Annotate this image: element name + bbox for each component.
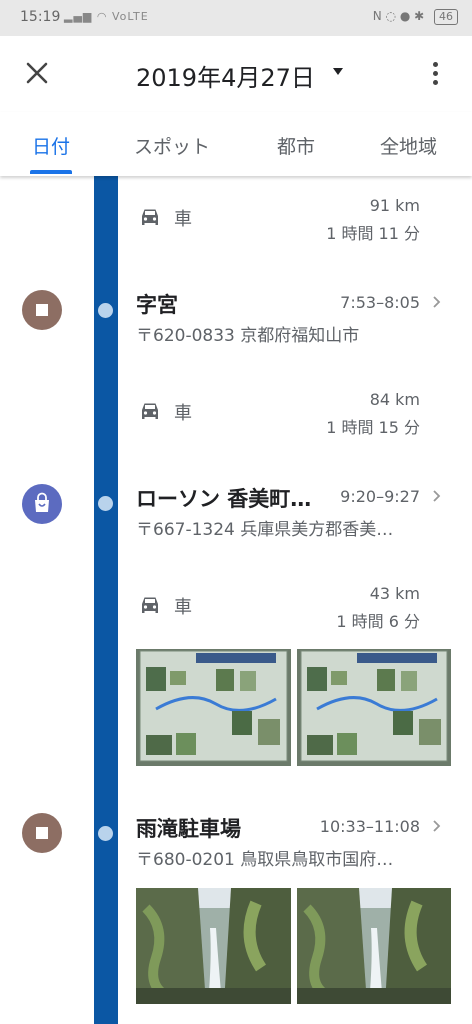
travel-segment[interactable]: 車 91 km 1 時間 11 分 bbox=[136, 196, 426, 246]
close-icon[interactable] bbox=[22, 58, 52, 88]
battery-icon: 46 bbox=[434, 9, 458, 25]
place-name: 字宮 bbox=[136, 293, 178, 317]
travel-duration: 1 時間 15 分 bbox=[326, 418, 420, 437]
car-icon bbox=[142, 209, 158, 225]
shopping-bag-icon bbox=[22, 484, 62, 524]
travel-mode-label: 車 bbox=[174, 209, 192, 230]
chevron-right-icon bbox=[433, 820, 441, 832]
travel-duration: 1 時間 6 分 bbox=[336, 612, 420, 631]
car-icon bbox=[142, 597, 158, 613]
timeline-dot bbox=[98, 826, 113, 841]
tab-spots[interactable]: スポット bbox=[134, 132, 210, 159]
status-icons: N ◌ ● ✱ bbox=[372, 9, 425, 23]
tab-cities[interactable]: 都市 bbox=[277, 132, 315, 159]
visit-time: 7:53–8:05 bbox=[340, 293, 420, 312]
status-bar: 15:19 ▂▄▆ ◠ VoLTE N ◌ ● ✱ 46 bbox=[0, 0, 472, 36]
visit-time: 9:20–9:27 bbox=[340, 487, 420, 506]
active-tab-indicator bbox=[30, 170, 72, 174]
car-icon bbox=[142, 403, 158, 419]
timeline-dot bbox=[98, 303, 113, 318]
chevron-down-icon[interactable] bbox=[333, 68, 343, 75]
tab-date[interactable]: 日付 bbox=[32, 132, 70, 159]
photo-thumbnail[interactable] bbox=[297, 888, 451, 1004]
tab-all-regions[interactable]: 全地域 bbox=[380, 132, 437, 159]
place-pin-icon bbox=[22, 290, 62, 330]
more-vert-icon[interactable] bbox=[428, 62, 442, 88]
travel-distance: 84 km bbox=[369, 390, 420, 409]
place-address: 〒667-1324 兵庫県美方郡香美… bbox=[136, 520, 394, 540]
travel-segment[interactable]: 車 84 km 1 時間 15 分 bbox=[136, 390, 426, 440]
volte-label: VoLTE bbox=[111, 10, 149, 23]
visit-time: 10:33–11:08 bbox=[319, 817, 420, 836]
date-title[interactable]: 2019年4月27日 bbox=[136, 58, 315, 93]
place-address: 〒680-0201 鳥取県鳥取市国府… bbox=[136, 850, 394, 870]
status-right-icons: N ◌ ● ✱ 46 bbox=[373, 9, 458, 25]
place-pin-icon bbox=[22, 813, 62, 853]
travel-distance: 91 km bbox=[369, 196, 420, 215]
travel-duration: 1 時間 11 分 bbox=[326, 224, 420, 243]
chevron-right-icon bbox=[433, 296, 441, 308]
place-name: 雨滝駐車場 bbox=[136, 817, 241, 841]
timeline-dot bbox=[98, 496, 113, 511]
place-name: ローソン 香美町… bbox=[136, 487, 312, 511]
timeline[interactable]: 車 91 km 1 時間 11 分 字宮 7:53–8:05 〒620-0833… bbox=[0, 176, 472, 1024]
photo-thumbnail[interactable] bbox=[297, 649, 451, 766]
app-bar: 2019年4月27日 bbox=[0, 36, 472, 112]
place-visit-item[interactable]: 字宮 7:53–8:05 〒620-0833 京都府福知山市 bbox=[136, 289, 450, 349]
travel-mode-label: 車 bbox=[174, 597, 192, 618]
tab-bar: 日付 スポット 都市 全地域 bbox=[0, 112, 472, 176]
place-visit-item[interactable]: ローソン 香美町… 9:20–9:27 〒667-1324 兵庫県美方郡香美… bbox=[136, 483, 450, 543]
travel-mode-label: 車 bbox=[174, 403, 192, 424]
travel-distance: 43 km bbox=[369, 584, 420, 603]
travel-segment[interactable]: 車 43 km 1 時間 6 分 bbox=[136, 584, 426, 634]
place-address: 〒620-0833 京都府福知山市 bbox=[136, 326, 360, 346]
signal-icon: ▂▄▆ ◠ VoLTE bbox=[64, 10, 149, 23]
place-visit-item[interactable]: 雨滝駐車場 10:33–11:08 〒680-0201 鳥取県鳥取市国府… bbox=[136, 813, 450, 873]
chevron-right-icon bbox=[433, 490, 441, 502]
status-time: 15:19 bbox=[20, 9, 61, 25]
photo-thumbnail[interactable] bbox=[136, 888, 291, 1004]
photo-thumbnail[interactable] bbox=[136, 649, 291, 766]
